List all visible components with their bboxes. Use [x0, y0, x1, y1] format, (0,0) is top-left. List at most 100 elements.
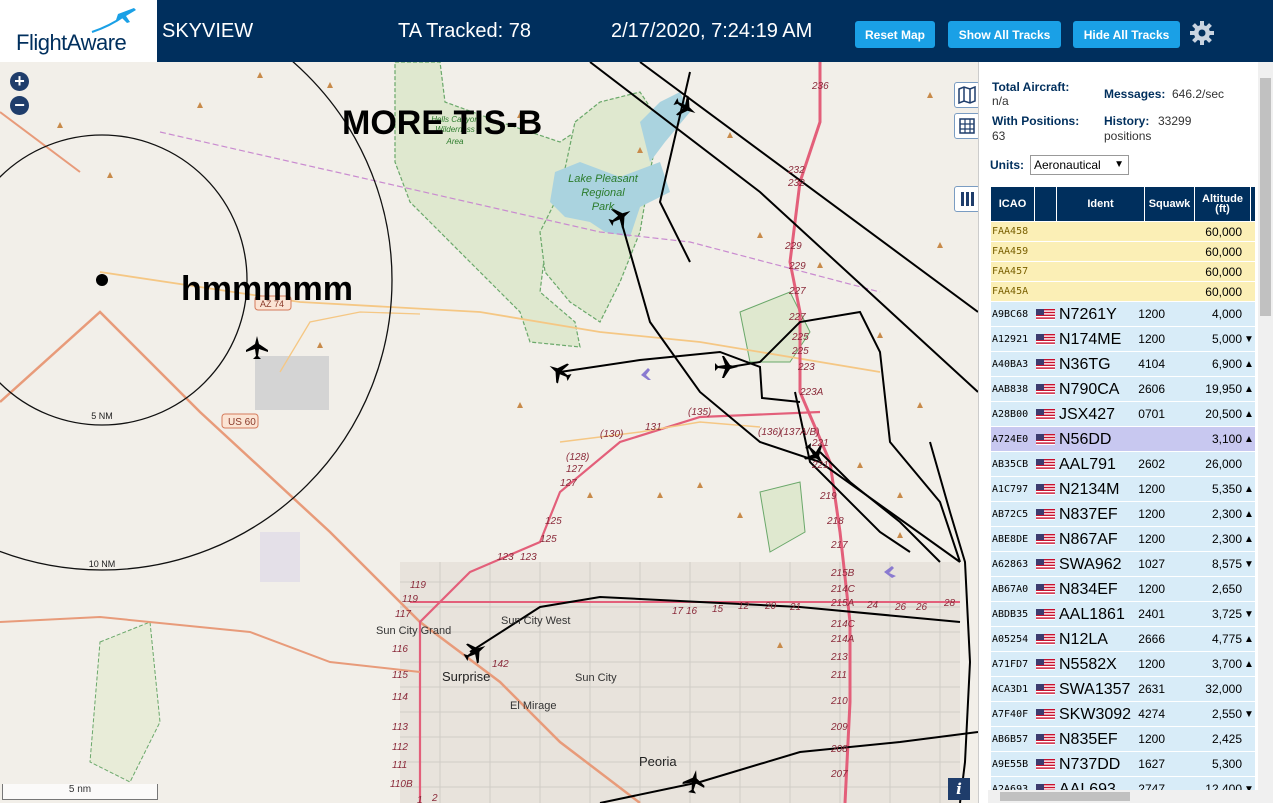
svg-text:208: 208: [830, 744, 848, 755]
info-icon[interactable]: i: [948, 778, 970, 800]
row-altitude: 2,300: [1211, 507, 1242, 521]
svg-text:215A: 215A: [830, 598, 855, 609]
row-ident: AAL1861: [1059, 606, 1125, 623]
row-icao: ABDB35: [992, 609, 1029, 620]
row-icao: A7F40F: [992, 709, 1029, 720]
col-ident[interactable]: Ident: [1057, 187, 1145, 221]
table-row[interactable]: A724E0 N56DD 3,100 ▲: [991, 427, 1255, 452]
gear-icon[interactable]: [1188, 19, 1216, 47]
reset-map-button[interactable]: Reset Map: [855, 21, 935, 48]
table-row[interactable]: A62863 SWA962 1027 8,575 ▼: [991, 552, 1255, 577]
row-squawk: 1200: [1138, 732, 1165, 746]
svg-text:Surprise: Surprise: [442, 669, 490, 684]
svg-text:US 60: US 60: [228, 417, 256, 428]
table-row[interactable]: A1C797 N2134M 1200 5,350 ▲: [991, 477, 1255, 502]
row-altitude: 8,575: [1211, 557, 1242, 571]
table-row[interactable]: FAA45A 60,000: [991, 282, 1255, 302]
row-squawk: 0701: [1138, 407, 1165, 421]
row-altitude: 5,300: [1211, 757, 1242, 771]
svg-text:127: 127: [566, 464, 583, 475]
table-row[interactable]: ACA3D1 SWA1357 2631 32,000: [991, 677, 1255, 702]
row-squawk: 1200: [1138, 482, 1165, 496]
table-row[interactable]: ABDB35 AAL1861 2401 3,725 ▼: [991, 602, 1255, 627]
columns-toggle-button[interactable]: [954, 186, 978, 212]
horizontal-scroll-thumb[interactable]: [1000, 792, 1130, 801]
table-row[interactable]: AAB838 N790CA 2606 19,950 ▲: [991, 377, 1255, 402]
table-row[interactable]: A9BC68 N7261Y 1200 4,000: [991, 302, 1255, 327]
svg-text:112: 112: [392, 742, 408, 753]
zoom-in-button[interactable]: +: [10, 72, 29, 91]
columns-icon: [961, 192, 974, 206]
messages-label: Messages:: [1104, 87, 1166, 101]
table-row[interactable]: FAA459 60,000: [991, 242, 1255, 262]
hide-all-tracks-button[interactable]: Hide All Tracks: [1073, 21, 1180, 48]
table-row[interactable]: FAA458 60,000: [991, 222, 1255, 242]
table-row[interactable]: A28B00 JSX427 0701 20,500 ▲: [991, 402, 1255, 427]
history-label: History:: [1104, 114, 1150, 128]
svg-text:117: 117: [395, 609, 411, 620]
svg-text:227: 227: [788, 286, 806, 297]
row-ident: N36TG: [1059, 356, 1111, 373]
app-title: SKYVIEW: [162, 20, 254, 42]
row-altitude: 19,950: [1205, 382, 1242, 396]
table-row[interactable]: AB35CB AAL791 2602 26,000: [991, 452, 1255, 477]
svg-text:214C: 214C: [830, 619, 856, 630]
row-icao: AB67A0: [992, 584, 1029, 595]
map-canvas: 236232232 229229227 227225225 223223A221…: [0, 62, 978, 803]
with-positions-label: With Positions:: [992, 114, 1080, 128]
table-row[interactable]: A71FD7 N5582X 1200 3,700 ▲: [991, 652, 1255, 677]
us-flag-icon: [1036, 434, 1055, 445]
table-row[interactable]: A7F40F SKW3092 4274 2,550 ▼: [991, 702, 1255, 727]
col-flag[interactable]: [1035, 187, 1057, 221]
col-altitude[interactable]: Altitude (ft): [1195, 187, 1251, 221]
row-altitude: 32,000: [1205, 682, 1242, 696]
table-row[interactable]: A05254 N12LA 2666 4,775 ▲: [991, 627, 1255, 652]
us-flag-icon: [1036, 659, 1055, 670]
svg-text:16: 16: [686, 606, 698, 617]
zoom-out-button[interactable]: −: [10, 96, 29, 115]
aircraft-icon: [549, 363, 572, 384]
svg-text:(136): (136): [758, 427, 781, 438]
row-squawk: 4274: [1138, 707, 1165, 721]
svg-text:12: 12: [738, 601, 750, 612]
table-row[interactable]: AB67A0 N834EF 1200 2,650: [991, 577, 1255, 602]
row-squawk: 2602: [1138, 457, 1165, 471]
svg-text:(128): (128): [566, 452, 589, 463]
row-icao: AAB838: [992, 384, 1029, 395]
table-row[interactable]: FAA457 60,000: [991, 262, 1255, 282]
aircraft-icon: [246, 336, 268, 359]
annotation-more-tisb: MORE TIS-B: [342, 104, 542, 142]
row-altitude: 4,000: [1211, 307, 1242, 321]
table-row[interactable]: AB72C5 N837EF 1200 2,300 ▲: [991, 502, 1255, 527]
show-all-tracks-button[interactable]: Show All Tracks: [948, 21, 1061, 48]
row-altitude: 2,650: [1211, 582, 1242, 596]
aircraft-icon: [715, 356, 738, 378]
svg-text:Sun City West: Sun City West: [501, 615, 571, 627]
units-select[interactable]: Aeronautical ▼: [1030, 155, 1129, 175]
us-flag-icon: [1036, 484, 1055, 495]
grid-toggle-button[interactable]: [954, 113, 978, 139]
table-row[interactable]: ABE8DE N867AF 1200 2,300 ▲: [991, 527, 1255, 552]
svg-text:El Mirage: El Mirage: [510, 700, 556, 712]
svg-text:125: 125: [545, 516, 562, 527]
altitude-trend-icon: ▼: [1244, 334, 1254, 345]
row-squawk: 4104: [1138, 357, 1165, 371]
annotation-hmm: hmmmmm: [181, 270, 353, 308]
us-flag-icon: [1036, 534, 1055, 545]
col-icao[interactable]: ICAO: [991, 187, 1035, 221]
col-squawk[interactable]: Squawk: [1145, 187, 1195, 221]
row-icao: A40BA3: [992, 359, 1029, 370]
row-altitude: 60,000: [1205, 285, 1242, 299]
table-row[interactable]: AB6B57 N835EF 1200 2,425: [991, 727, 1255, 752]
flightaware-logo[interactable]: FlightAware: [0, 0, 157, 62]
map-view[interactable]: 236 232 232 229 229 227 227 225 225 223 223A 221…: [0, 62, 978, 803]
row-altitude: 6,900: [1211, 357, 1242, 371]
vertical-scroll-thumb[interactable]: [1260, 78, 1271, 316]
table-row[interactable]: A40BA3 N36TG 4104 6,900 ▲: [991, 352, 1255, 377]
table-row[interactable]: A9E55B N737DD 1627 5,300: [991, 752, 1255, 777]
aircraft-table-body: FAA458 60,000 FAA459 60,000 FAA457 60,000 FAA4…: [991, 222, 1255, 802]
table-row[interactable]: A12921 N174ME 1200 5,000 ▼: [991, 327, 1255, 352]
map-layer-button[interactable]: [954, 82, 978, 108]
row-icao: A05254: [992, 634, 1029, 645]
svg-text:(135): (135): [688, 407, 711, 418]
